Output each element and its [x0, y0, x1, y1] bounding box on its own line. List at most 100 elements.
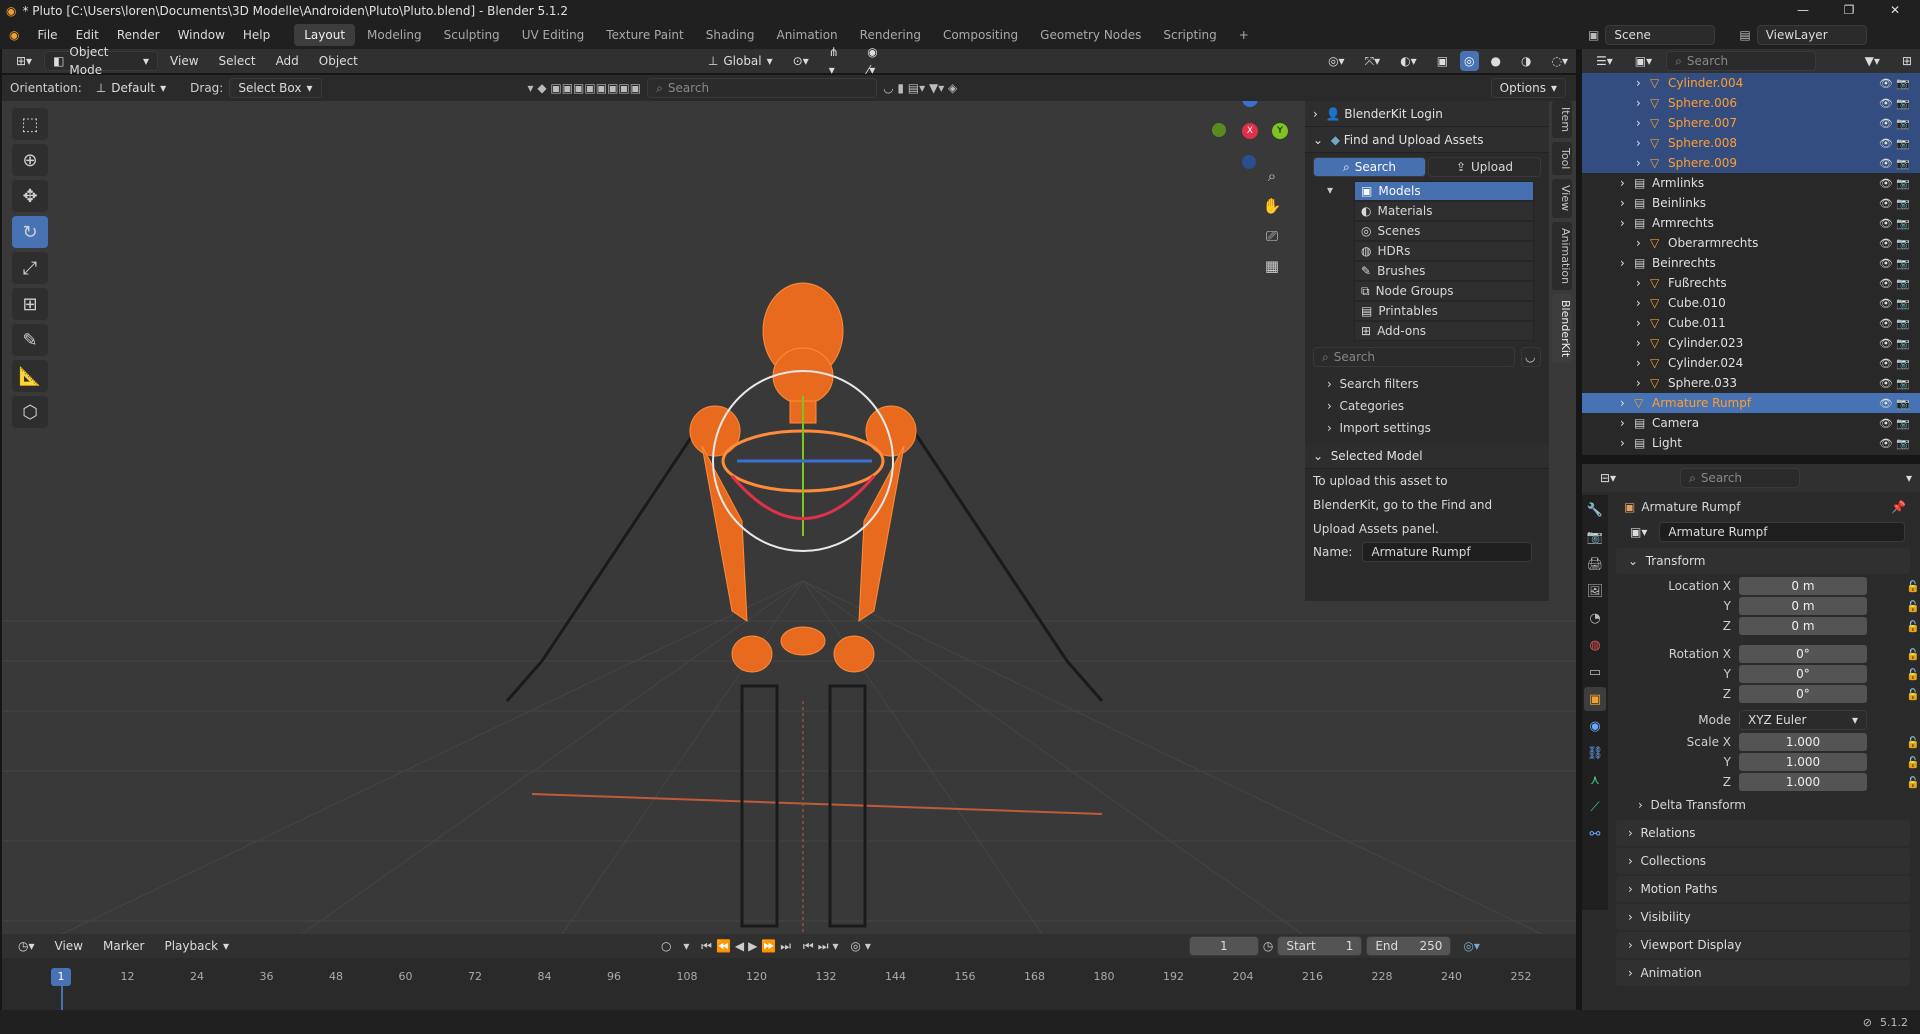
- expand-chevron-icon[interactable]: ›: [1636, 116, 1650, 130]
- object-type-icon[interactable]: ▣▾: [1622, 522, 1655, 542]
- lock-icon[interactable]: 🔓: [1906, 600, 1920, 613]
- animation-section[interactable]: › Animation: [1616, 960, 1910, 986]
- outliner-row[interactable]: › ▽ Sphere.008 👁 📷: [1582, 133, 1920, 153]
- outliner-row[interactable]: › ▤ Camera 👁 📷: [1582, 413, 1920, 433]
- workspace-tab-texture-paint[interactable]: Texture Paint: [596, 24, 693, 46]
- rotate-tool-icon[interactable]: ↻: [12, 216, 48, 248]
- snap-icon[interactable]: ⋔ ▾: [821, 45, 856, 77]
- lock-icon[interactable]: 🔓: [1906, 688, 1920, 701]
- add-cube-tool-icon[interactable]: ⬡: [12, 396, 48, 428]
- upload-tab[interactable]: ⇪ Upload: [1428, 157, 1541, 177]
- scale-x-field[interactable]: 1.000: [1739, 733, 1867, 751]
- pin-icon[interactable]: 📌: [1891, 500, 1906, 514]
- row-toggle-icons[interactable]: 👁 📷: [1879, 297, 1910, 310]
- world-tab-icon[interactable]: ◍: [1584, 633, 1606, 657]
- scene-tab-icon[interactable]: ◔: [1584, 606, 1606, 630]
- scale-z-field[interactable]: 1.000: [1739, 773, 1867, 791]
- workspace-tab-rendering[interactable]: Rendering: [850, 24, 931, 46]
- expand-chevron-icon[interactable]: ›: [1636, 236, 1650, 250]
- sidebar-tab-item[interactable]: Item: [1552, 101, 1572, 139]
- bone-tab-icon[interactable]: ⟋: [1584, 795, 1606, 819]
- search-filters-row[interactable]: › Search filters: [1305, 373, 1549, 395]
- lock-icon[interactable]: 🔓: [1906, 668, 1920, 681]
- shading-rendered-icon[interactable]: ◌▾: [1544, 51, 1577, 71]
- view-layer-tab-icon[interactable]: 🖼: [1584, 579, 1606, 603]
- lock-icon[interactable]: 🔓: [1906, 648, 1920, 661]
- rotation-x-field[interactable]: 0°: [1739, 645, 1867, 663]
- maximize-button[interactable]: ❐: [1826, 0, 1872, 21]
- properties-options-icon[interactable]: ▾: [1898, 468, 1920, 488]
- outliner-row[interactable]: › ▽ Fußrechts 👁 📷: [1582, 273, 1920, 293]
- pivot-icon[interactable]: ⊙▾: [785, 51, 817, 71]
- outliner-row[interactable]: › ▽ Cylinder.023 👁 📷: [1582, 333, 1920, 353]
- find-upload-header[interactable]: ⌄ ◆ Find and Upload Assets: [1305, 127, 1549, 153]
- axis-neg-z-icon[interactable]: [1242, 155, 1256, 169]
- menu-window[interactable]: Window: [169, 21, 234, 49]
- lock-icon[interactable]: 🔓: [1906, 756, 1920, 769]
- shading-material-icon[interactable]: ◑: [1513, 51, 1539, 71]
- category-printables[interactable]: ▤ Printables: [1354, 301, 1534, 321]
- expand-chevron-icon[interactable]: ›: [1636, 96, 1650, 110]
- expand-chevron-icon[interactable]: ›: [1620, 436, 1634, 450]
- timeline-area[interactable]: 12 24 36 48 60 72 84 96 108 120 132 144 156 168 180 192…: [2, 958, 1576, 1010]
- properties-editor-type-icon[interactable]: ⊟▾: [1592, 468, 1624, 488]
- category-hdrs[interactable]: ◍ HDRs: [1354, 241, 1534, 261]
- categories-row[interactable]: › Categories: [1305, 395, 1549, 417]
- sidebar-tab-animation[interactable]: Animation: [1552, 221, 1572, 290]
- expand-chevron-icon[interactable]: ›: [1620, 216, 1634, 230]
- expand-chevron-icon[interactable]: ›: [1636, 336, 1650, 350]
- category-collapse-icon[interactable]: ▾: [1327, 183, 1333, 197]
- delta-transform-row[interactable]: › Delta Transform: [1616, 792, 1920, 818]
- category-addons[interactable]: ⊞ Add-ons: [1354, 321, 1534, 341]
- expand-chevron-icon[interactable]: ›: [1620, 416, 1634, 430]
- properties-search-input[interactable]: ⌕ Search: [1680, 468, 1801, 488]
- outliner-row[interactable]: › ▽ Sphere.033 👁 📷: [1582, 373, 1920, 393]
- motion-paths-section[interactable]: › Motion Paths: [1616, 876, 1910, 902]
- options-dropdown[interactable]: Options ▾: [1490, 78, 1566, 98]
- axis-y-icon[interactable]: Y: [1272, 123, 1288, 139]
- workspace-tab-modeling[interactable]: Modeling: [357, 24, 432, 46]
- expand-chevron-icon[interactable]: ›: [1620, 176, 1634, 190]
- menu-view[interactable]: View: [162, 51, 206, 71]
- close-button[interactable]: ✕: [1872, 0, 1918, 21]
- shading-solid-icon[interactable]: ●: [1483, 51, 1509, 71]
- perspective-grid-icon[interactable]: ▦: [1260, 251, 1284, 281]
- location-y-field[interactable]: 0 m: [1739, 597, 1867, 615]
- collection-tab-icon[interactable]: ▭: [1584, 660, 1606, 684]
- blenderkit-login-header[interactable]: › 👤 BlenderKit Login: [1305, 101, 1549, 127]
- render-tab-icon[interactable]: 📷: [1584, 525, 1606, 549]
- expand-chevron-icon[interactable]: ›: [1636, 296, 1650, 310]
- menu-add[interactable]: Add: [268, 51, 307, 71]
- timeline-menu-playback[interactable]: Playback ▾: [156, 936, 237, 956]
- row-toggle-icons[interactable]: 👁 📷: [1879, 417, 1910, 430]
- axis-z-icon[interactable]: Z: [1242, 101, 1258, 107]
- expand-chevron-icon[interactable]: ›: [1620, 396, 1634, 410]
- filter-icons[interactable]: ▾ ◆ ▣▣▣▣▣▣▣▣: [528, 81, 642, 95]
- outliner-row[interactable]: › ▽ Cylinder.024 👁 📷: [1582, 353, 1920, 373]
- pan-hand-icon[interactable]: ✋: [1260, 191, 1284, 221]
- category-materials[interactable]: ◐ Materials: [1354, 201, 1534, 221]
- category-node-groups[interactable]: ⧉ Node Groups: [1354, 281, 1534, 301]
- start-frame-field[interactable]: Start 1: [1277, 936, 1363, 956]
- add-workspace-icon[interactable]: +: [1229, 24, 1259, 46]
- zoom-icon[interactable]: ⌕: [1260, 161, 1284, 191]
- row-toggle-icons[interactable]: 👁 📷: [1879, 137, 1910, 150]
- visibility-section[interactable]: › Visibility: [1616, 904, 1910, 930]
- row-toggle-icons[interactable]: 👁 📷: [1879, 197, 1910, 210]
- workspace-tab-compositing[interactable]: Compositing: [933, 24, 1028, 46]
- expand-chevron-icon[interactable]: ›: [1636, 276, 1650, 290]
- gizmo-icon[interactable]: ⤧▾: [1357, 51, 1389, 71]
- asset-search-input[interactable]: ⌕ Search: [647, 78, 878, 98]
- expand-chevron-icon[interactable]: ›: [1636, 76, 1650, 90]
- search-dropdown-icon[interactable]: ◡: [1521, 347, 1541, 367]
- row-toggle-icons[interactable]: 👁 📷: [1879, 157, 1910, 170]
- row-toggle-icons[interactable]: 👁 📷: [1879, 337, 1910, 350]
- measure-tool-icon[interactable]: 📐: [12, 360, 48, 392]
- blenderkit-search-input[interactable]: ⌕ Search: [1313, 347, 1515, 367]
- rotation-z-field[interactable]: 0°: [1739, 685, 1867, 703]
- workspace-tab-sculpting[interactable]: Sculpting: [434, 24, 510, 46]
- shading-wireframe-icon[interactable]: ◎: [1460, 51, 1479, 71]
- cursor-tool-icon[interactable]: ⊕: [12, 144, 48, 176]
- select-box-tool-icon[interactable]: ⬚: [12, 108, 48, 140]
- row-toggle-icons[interactable]: 👁 📷: [1879, 217, 1910, 230]
